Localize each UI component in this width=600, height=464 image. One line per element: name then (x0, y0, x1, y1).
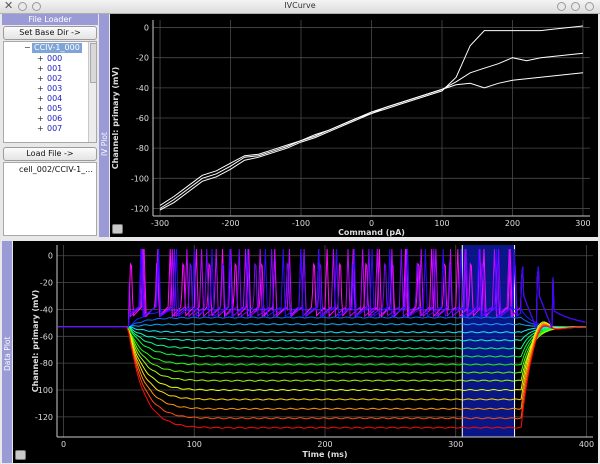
tree-item[interactable]: +007 (4, 124, 88, 134)
collapse-icon[interactable]: − (24, 43, 31, 53)
iv-plot[interactable]: -300 -200 -100 0 100 200 300 0 -20 -40 -60 -80 -100 -… (110, 14, 598, 237)
iv-x-tick-label: 200 (505, 219, 520, 228)
iv-y-tick-label: -20 (136, 54, 149, 63)
data-x-axis-label: Time (ms) (302, 450, 347, 459)
expand-icon[interactable]: + (37, 74, 44, 84)
data-y-tick-label: -60 (40, 332, 53, 341)
data-autoscale-button[interactable] (15, 450, 26, 460)
tree-item[interactable]: +006 (4, 114, 88, 124)
iv-x-axis-label: Command (pA) (338, 228, 405, 237)
file-loader-title: File Loader (2, 14, 98, 25)
iv-x-tick-label: 300 (575, 219, 590, 228)
data-plot-dock-tab: Data Plot (2, 241, 12, 463)
expand-icon[interactable]: + (37, 84, 44, 94)
set-base-dir-button[interactable]: Set Base Dir -> (3, 26, 97, 40)
iv-x-tick-label: -200 (221, 219, 239, 228)
data-y-tick-label: -120 (35, 413, 53, 422)
data-y-tick-label: -40 (40, 305, 53, 314)
data-x-tick-label: 300 (448, 440, 463, 449)
iv-x-tick-label: 100 (434, 219, 449, 228)
data-y-tick-label: 0 (48, 252, 53, 261)
tree-item-label: 002 (47, 74, 63, 83)
iv-plot-dock-tab: IV Plot (99, 14, 109, 237)
tree-item[interactable]: +001 (4, 64, 88, 74)
expand-icon[interactable]: + (37, 94, 44, 104)
iv-y-tick-label: -120 (131, 204, 149, 213)
iv-y-tick-label: -40 (136, 84, 149, 93)
iv-plot-dock-label: IV Plot (100, 132, 109, 156)
expand-icon[interactable]: + (37, 114, 44, 124)
data-x-tick-label: 0 (61, 440, 66, 449)
minimize-right-icon[interactable] (557, 2, 566, 11)
loaded-files-list[interactable]: cell_002/CCIV-1_... (3, 162, 97, 236)
tree-item[interactable]: +002 (4, 74, 88, 84)
window-title: IVCurve (284, 1, 316, 10)
tree-item-label: 007 (47, 124, 63, 133)
expand-icon[interactable]: + (37, 124, 44, 134)
tree-item[interactable]: +005 (4, 104, 88, 114)
iv-y-axis-label: Channel: primary (mV) (111, 67, 120, 169)
iv-y-tick-label: -100 (131, 174, 149, 183)
data-x-tick-label: 200 (317, 440, 332, 449)
tree-item[interactable]: +000 (4, 54, 88, 64)
load-file-button[interactable]: Load File -> (3, 147, 97, 161)
maximize-right-icon[interactable] (571, 2, 580, 11)
data-y-axis-label: Channel: primary (mV) (31, 290, 40, 392)
iv-y-tick-label: -80 (136, 144, 149, 153)
data-y-tick-label: -80 (40, 359, 53, 368)
tree-item-label: 005 (47, 104, 63, 113)
tree-scrollbar[interactable] (88, 42, 96, 142)
expand-icon[interactable]: + (37, 64, 44, 74)
tree-item-label: 004 (47, 94, 63, 103)
iv-x-tick-label: -100 (292, 219, 310, 228)
iv-y-tick-label: 0 (144, 24, 149, 33)
tree-item-label: 006 (47, 114, 63, 123)
iv-y-tick-label: -60 (136, 114, 149, 123)
tree-scroll-thumb[interactable] (90, 43, 96, 83)
iv-x-tick-label: -300 (151, 219, 169, 228)
tree-item-label: 001 (47, 64, 63, 73)
file-loader-dock: File Loader Set Base Dir -> − CCIV-1_000… (2, 14, 98, 237)
iv-x-tick-label: 0 (369, 219, 374, 228)
tree-item[interactable]: +004 (4, 94, 88, 104)
data-x-tick-label: 100 (187, 440, 202, 449)
window-titlebar: ✕ IVCurve (0, 0, 600, 14)
tree-item-label: 000 (47, 54, 63, 63)
expand-icon[interactable]: + (37, 104, 44, 114)
tree-item-label: 003 (47, 84, 63, 93)
tree-root-label: CCIV-1_000 (32, 43, 82, 53)
data-plot-dock-label: Data Plot (3, 336, 12, 371)
tree-root[interactable]: − CCIV-1_000 (4, 43, 94, 53)
data-x-tick-label: 400 (579, 440, 594, 449)
iv-autoscale-button[interactable] (112, 224, 123, 234)
close-right-icon[interactable] (585, 2, 594, 11)
directory-tree[interactable]: − CCIV-1_000 +000 +001 +002 +003 +004 +005 +00… (3, 41, 97, 143)
data-plot[interactable]: 0 100 200 300 400 0 -20 -40 -60 -80 -100 -120 Time (… (13, 241, 598, 463)
data-y-tick-label: -20 (40, 279, 53, 288)
loaded-file-item[interactable]: cell_002/CCIV-1_... (19, 165, 93, 174)
expand-icon[interactable]: + (37, 54, 44, 64)
tree-item[interactable]: +003 (4, 84, 88, 94)
